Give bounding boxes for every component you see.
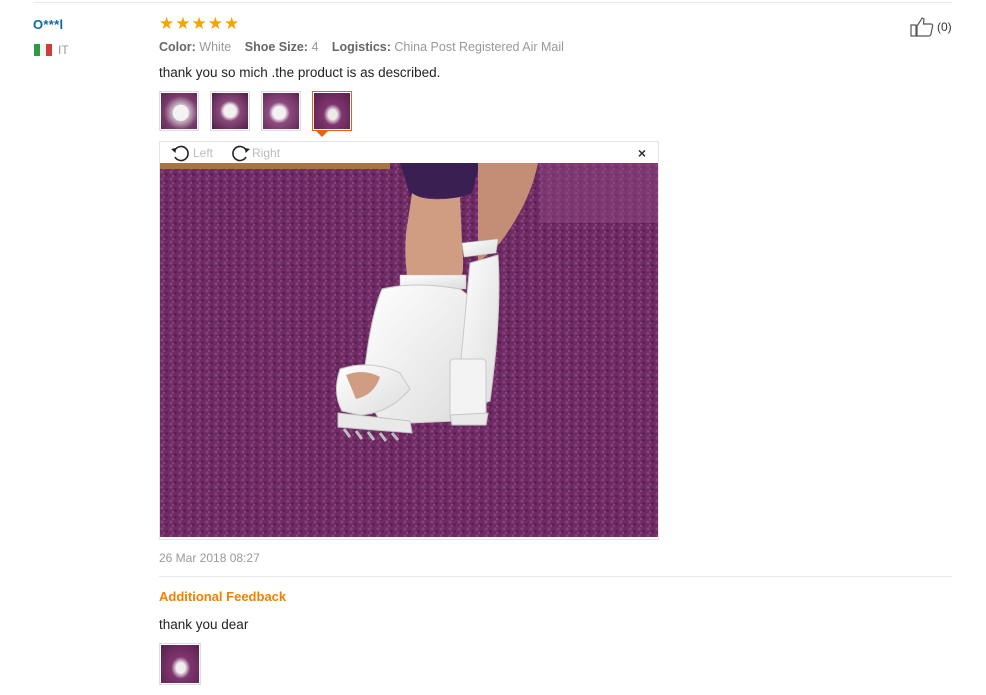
star-icon: ★ <box>159 14 175 33</box>
rotate-left-button[interactable]: Left <box>170 144 213 162</box>
review-photo-thumbnail[interactable] <box>210 91 250 131</box>
review-photo-thumbnail[interactable] <box>159 91 199 131</box>
viewer-toolbar: Left Right × <box>160 142 658 163</box>
additional-feedback-title: Additional Feedback <box>159 589 287 604</box>
reviewer-name[interactable]: O***l <box>33 17 63 32</box>
review-photo-thumbnail[interactable] <box>261 91 301 131</box>
section-divider <box>159 576 952 577</box>
helpful-count: (0) <box>937 20 952 34</box>
additional-photo-thumbnail[interactable] <box>159 643 201 685</box>
star-icon: ★ <box>175 14 191 33</box>
review-text: thank you so mich .the product is as des… <box>159 65 441 80</box>
top-divider <box>33 2 952 3</box>
country-code: IT <box>58 43 69 57</box>
reviewer-country: IT <box>34 43 69 57</box>
photo-viewer: Left Right × <box>159 141 659 540</box>
thumbs-up-icon <box>910 17 934 37</box>
order-info: Color: White Shoe Size: 4 Logistics: Chi… <box>159 40 574 54</box>
star-rating: ★ ★ ★ ★ ★ <box>159 15 239 33</box>
shoe-size-value: 4 <box>311 40 319 54</box>
logistics-label: Logistics: <box>331 40 391 54</box>
close-viewer-button[interactable]: × <box>638 146 646 160</box>
rotate-left-label: Left <box>193 145 214 160</box>
italy-flag-icon <box>34 44 52 56</box>
selected-indicator-icon <box>316 131 328 137</box>
review-photo-thumbnail-selected[interactable] <box>312 91 352 131</box>
review-date: 26 Mar 2018 08:27 <box>159 551 260 565</box>
star-icon: ★ <box>207 14 223 33</box>
additional-feedback-text: thank you dear <box>159 617 249 632</box>
rotate-left-icon <box>171 145 189 161</box>
shoe-size-label: Shoe Size: <box>244 40 308 54</box>
helpful-button[interactable]: (0) <box>910 17 952 37</box>
star-icon: ★ <box>224 14 240 33</box>
review-photo-image <box>160 163 658 537</box>
star-icon: ★ <box>191 14 207 33</box>
color-label: Color: <box>159 40 196 54</box>
review-thumbnails <box>159 91 352 131</box>
color-value: White <box>199 40 232 54</box>
logistics-value: China Post Registered Air Mail <box>394 40 564 54</box>
rotate-right-button[interactable]: Right <box>229 144 280 162</box>
review-photo-large <box>160 163 658 537</box>
rotate-right-icon <box>232 145 251 161</box>
rotate-right-label: Right <box>252 145 281 160</box>
